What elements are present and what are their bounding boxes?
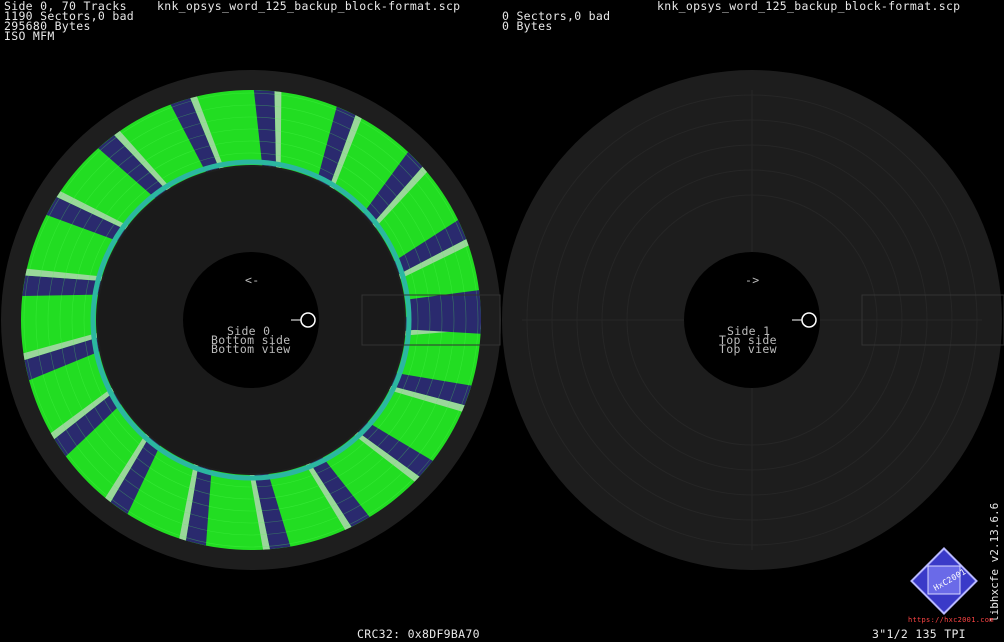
website-url: https://hxc2001.com xyxy=(908,616,994,624)
filename-right: knk_opsys_word_125_backup_block-format.s… xyxy=(657,0,961,13)
direction-arrow-right-icon: -> xyxy=(745,273,760,287)
library-version: libhxcfe v2.13.6.6 xyxy=(988,502,1001,622)
disk-view xyxy=(1,70,1004,615)
direction-arrow-left-icon: <- xyxy=(245,273,260,287)
byte-count-right: 0 Bytes xyxy=(502,19,553,33)
filename-left: knk_opsys_word_125_backup_block-format.s… xyxy=(157,0,461,13)
disk-side-0 xyxy=(1,70,501,570)
disk-side-1-view: Top view xyxy=(719,342,777,356)
disk-side-1 xyxy=(502,70,1004,570)
encoding-label: ISO MFM xyxy=(4,29,55,43)
drive-type: 3"1/2 135 TPI xyxy=(872,627,966,641)
crc32-value: CRC32: 0x8DF9BA70 xyxy=(357,627,480,641)
disk-side-0-view: Bottom view xyxy=(211,342,291,356)
